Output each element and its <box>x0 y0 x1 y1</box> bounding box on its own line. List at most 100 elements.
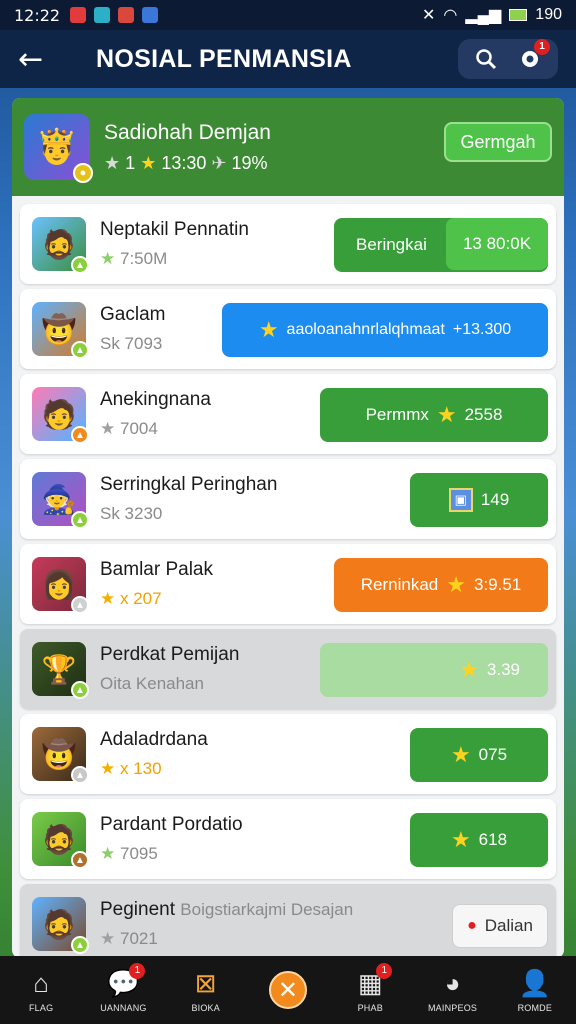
star-icon: ★ <box>450 827 471 852</box>
nav-label: BIOKA <box>191 1003 220 1013</box>
avatar: 🧙 ▲ <box>32 472 89 529</box>
level-badge-icon: ▲ <box>71 256 89 274</box>
reward-value: 3:9.51 <box>473 575 522 594</box>
battery-icon <box>509 9 528 21</box>
star-icon: ★ <box>100 419 116 438</box>
chest-icon: ▣ <box>448 488 473 512</box>
hero-icon: 🤠 <box>41 738 77 770</box>
notifications-button[interactable]: 1 <box>508 39 552 79</box>
action-button[interactable]: ● Dalian <box>452 904 548 948</box>
nav-item-bioka[interactable]: ⊠ BIOKA <box>170 967 242 1014</box>
player-name: Gaclam <box>100 304 166 325</box>
action-button[interactable]: ★ 618 <box>410 813 548 867</box>
action-button[interactable]: ▣ 149 <box>410 473 548 527</box>
action-button[interactable]: ★ 3.39 <box>320 643 548 697</box>
avatar: 🏆 ▲ <box>32 642 89 699</box>
signal-icon: ▂▄▆ <box>465 7 502 24</box>
star-icon: ★ <box>100 249 116 268</box>
reward-value: 618 <box>478 830 508 849</box>
page-title: NOSIAL PENMANSIA <box>96 44 352 73</box>
nav-item-mainpeos[interactable]: ◕ MAINPEOS <box>417 967 489 1014</box>
search-button[interactable] <box>464 39 508 79</box>
nav-label: MAINPEOS <box>427 1003 478 1013</box>
avatar: 🧑 ▲ <box>32 387 89 444</box>
star-icon: ★ <box>100 759 116 778</box>
star-icon: ★ <box>446 572 466 597</box>
reward-value: 075 <box>478 745 508 764</box>
action-button[interactable]: Permmx ★ 2558 <box>320 388 548 442</box>
player-name: Bamlar Palak <box>100 559 213 580</box>
hero-icon: 🤴 <box>35 128 79 166</box>
list-item[interactable]: 🤠 ▲ Gaclam Sk 7093 ★ aaoloanahnrlalqhmaat… <box>20 289 556 369</box>
profile-header: 🤴 ● Sadiohah Demjan ★ 1 ★ 13:30 ✈ 19% Ge… <box>12 98 564 196</box>
app-notification-icon <box>142 7 159 23</box>
action-label: aaoloanahnrlalqhmaat <box>286 321 445 338</box>
nav-badge: 1 <box>376 963 393 979</box>
search-icon <box>476 49 497 70</box>
action-button[interactable]: ★ 075 <box>410 728 548 782</box>
nav-item-home[interactable]: ⌂ FLAG <box>5 967 77 1014</box>
avatar[interactable]: 🤴 ● <box>24 114 93 183</box>
top-actions: 1 <box>458 39 558 79</box>
action-button[interactable]: ★ aaoloanahnrlalqhmaat +13.300 <box>222 303 548 357</box>
list-item[interactable]: 🤠 ▲ Adaladrdana ★ x 130 ★ 075 <box>20 714 556 794</box>
star-icon: ★ <box>104 152 121 173</box>
list-item[interactable]: 👩 ▲ Bamlar Palak ★ x 207 Rerninkad ★ 3:9.… <box>20 544 556 624</box>
app-notification-icon <box>94 7 111 23</box>
pin-icon: ● <box>467 917 477 934</box>
stat-value: 1 <box>125 152 136 173</box>
profile-icon: 👤 <box>518 967 552 998</box>
reward-value: 149 <box>480 490 510 509</box>
palette-icon: ◕ <box>444 967 461 998</box>
nav-label: UANNANG <box>100 1003 147 1013</box>
nav-item-center[interactable]: ✕ <box>252 971 324 1009</box>
profile-name: Sadiohah Demjan <box>104 120 271 144</box>
list-item[interactable]: 🧔 ▲ Pardant Pordatio ★ 7095 ★ 618 <box>20 799 556 879</box>
player-name: Anekingnana <box>100 389 211 410</box>
avatar: 🧔 ▲ <box>32 897 89 954</box>
stat-value: 13:30 <box>161 152 207 173</box>
action-label: Permmx <box>365 405 429 424</box>
action-button[interactable]: Rerninkad ★ 3:9.51 <box>334 558 548 612</box>
avatar: 🤠 ▲ <box>32 727 89 784</box>
level-badge-icon: ▲ <box>71 681 89 699</box>
nav-item-phab[interactable]: ▦ 1 PHAB <box>334 963 406 1013</box>
player-name: Perdkat Pemijan <box>100 644 240 665</box>
player-score: Sk 7093 <box>100 334 163 353</box>
hero-icon: 🧑 <box>41 398 77 430</box>
player-name: Adaladrdana <box>100 729 208 750</box>
player-name: Pardant Pordatio <box>100 814 243 835</box>
player-status: Oita Kenahan <box>100 674 204 693</box>
star-icon: ★ <box>258 317 279 342</box>
hero-icon: 🧔 <box>41 228 77 260</box>
action-label: Rerninkad <box>360 575 439 594</box>
level-badge-icon: ▲ <box>71 511 89 529</box>
top-bar: ← NOSIAL PENMANSIA 1 <box>0 30 576 88</box>
star-icon: ★ <box>100 589 116 608</box>
action-label: Beringkai <box>356 235 427 254</box>
notification-badge: 1 <box>534 39 550 55</box>
player-score: ★ 7:50M <box>100 249 168 268</box>
avatar: 🧔 ▲ <box>32 217 89 274</box>
player-name: Serringkal Peringhan <box>100 474 278 495</box>
action-label: Dalian <box>484 916 533 935</box>
list-item[interactable]: 🧑 ▲ Anekingnana ★ 7004 Permmx ★ 2558 <box>20 374 556 454</box>
list-item[interactable]: 🧔 ▲ Neptakil Pennatin ★ 7:50M Beringkai 1… <box>20 204 556 284</box>
status-time: 12:22 <box>14 5 61 25</box>
level-badge-icon: ▲ <box>71 851 89 869</box>
avatar: 🧔 ▲ <box>32 812 89 869</box>
stat-value: 19% <box>231 152 268 173</box>
nav-item-profile[interactable]: 👤 ROMDE <box>499 967 571 1014</box>
list-item[interactable]: 🧔 ▲ Peginent Boigstiarkajmi Desajan ★ 702… <box>20 884 556 958</box>
nav-item-chat[interactable]: 💬 1 UANNANG <box>87 963 159 1013</box>
header-action-button[interactable]: Germgah <box>444 122 552 162</box>
hero-icon: 🧙 <box>41 483 77 515</box>
list-item[interactable]: 🧙 ▲ Serringkal Peringhan Sk 3230 ▣ 149 <box>20 459 556 539</box>
reward-pill[interactable]: 13 80:0K <box>446 218 548 270</box>
player-score: ★ 7095 <box>100 844 158 863</box>
bottom-nav: ⌂ FLAG 💬 1 UANNANG ⊠ BIOKA ✕ ▦ 1 PHAB ◕ … <box>0 956 576 1024</box>
list-item[interactable]: 🏆 ▲ Perdkat Pemijan Oita Kenahan ★ 3.39 <box>20 629 556 709</box>
level-badge-icon: ▲ <box>71 341 89 359</box>
star-icon: ★ <box>100 844 116 863</box>
back-arrow-icon[interactable]: ← <box>18 42 58 77</box>
